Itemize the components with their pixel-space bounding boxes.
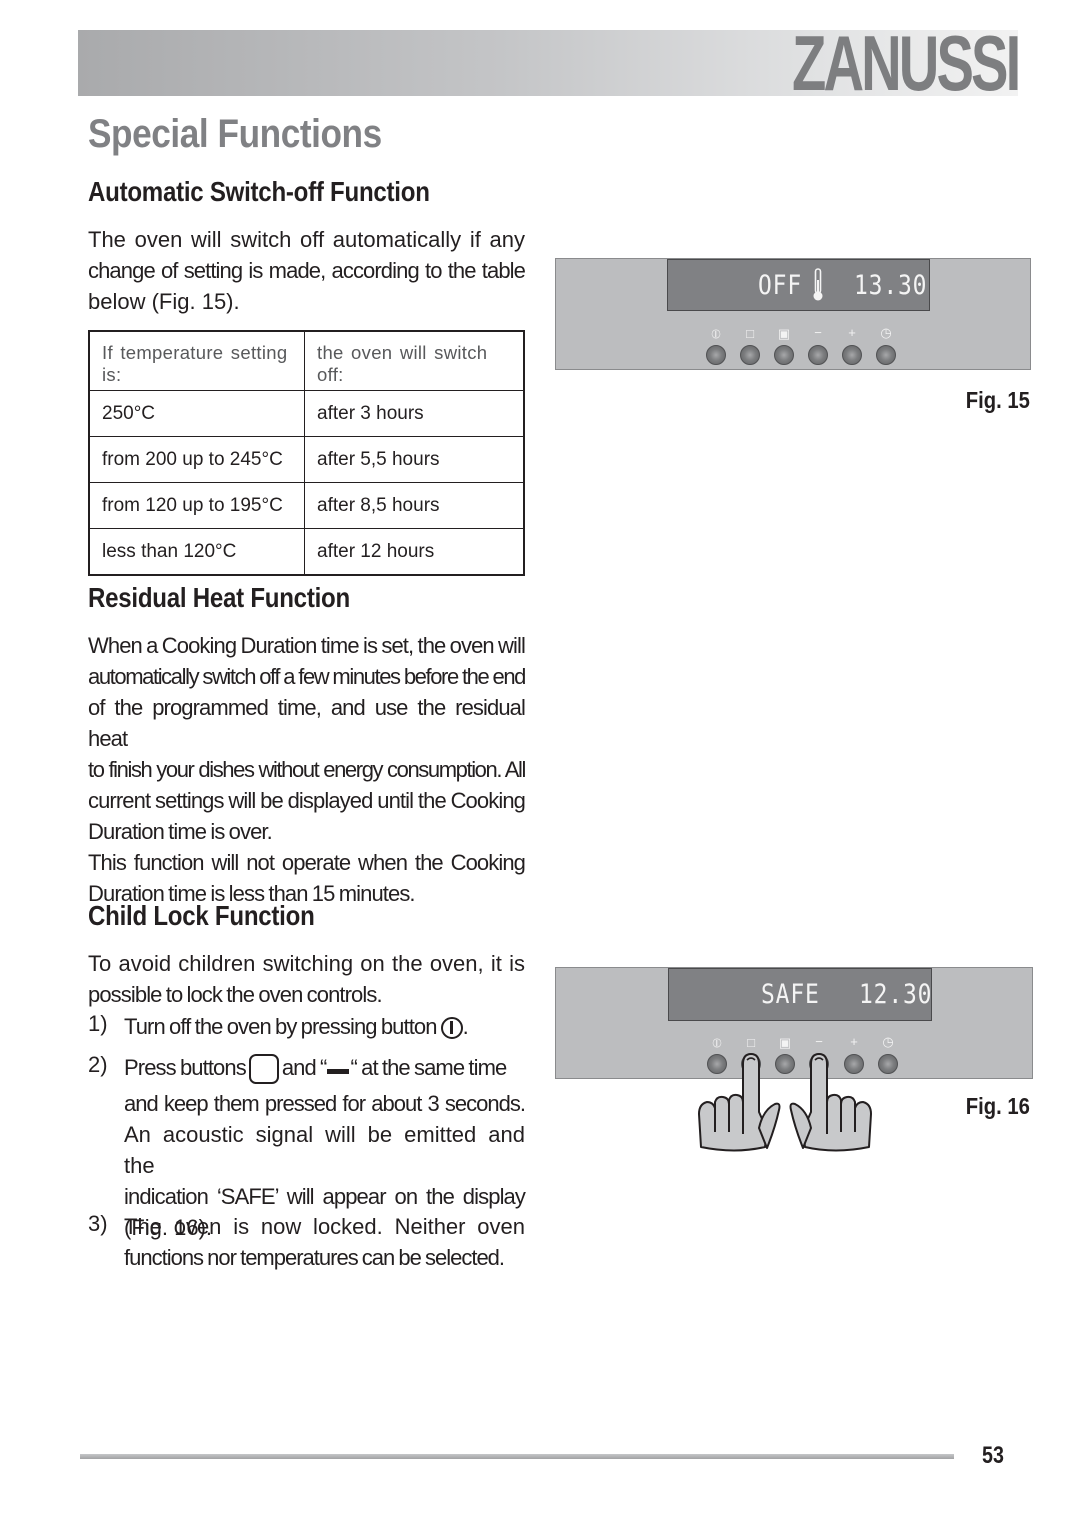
step-2-text: Press buttons and “ “ at the same time: [124, 1052, 525, 1084]
oven-display: SAFE 12.30: [668, 968, 932, 1021]
page-number: 53: [982, 1442, 1004, 1469]
table-cell: less than 120°C: [88, 528, 305, 576]
step-number: 2): [88, 1052, 108, 1077]
table-cell: after 12 hours: [304, 528, 525, 576]
power-button[interactable]: [706, 345, 726, 365]
text-line: of the programmed time, and use the resi…: [88, 695, 526, 751]
step-number: 1): [88, 1011, 108, 1036]
text-line: to finish your dishes without energy con…: [88, 757, 526, 782]
text-line: To avoid children switching on the oven,…: [88, 951, 525, 976]
figure-label-16: Fig. 16: [965, 1093, 1030, 1119]
table-row: less than 120°C after 12 hours: [88, 528, 525, 576]
step-text: “ at the same time: [350, 1055, 507, 1080]
power-icon: [440, 1017, 463, 1039]
square-dot-icon: ▣: [777, 326, 791, 341]
table-header-cell: If temperature setting is:: [88, 330, 305, 391]
section-heading-auto-switch-off: Automatic Switch-off Function: [88, 176, 430, 207]
header-band: ZANUSSI: [78, 19, 1021, 107]
table-cell: from 200 up to 245°C: [88, 436, 305, 483]
brand-logo: ZANUSSI: [791, 19, 1021, 107]
minus-icon: [327, 1069, 350, 1074]
square-dot-icon: ▣: [778, 1035, 792, 1050]
left-hand-icon: [698, 1053, 781, 1152]
page-title: Special Functions: [88, 112, 382, 156]
oven-display: OFF 13.30: [667, 259, 930, 311]
auto-switch-off-intro: The oven will switch off automatically i…: [88, 224, 526, 317]
display-time: 13.30: [854, 270, 928, 301]
footer-divider: [80, 1454, 954, 1459]
text-line: The oven will switch off automatically i…: [88, 227, 525, 252]
square-icon: □: [747, 1035, 755, 1050]
text-line: current settings will be displayed until…: [88, 788, 526, 813]
plus-icon: +: [848, 325, 856, 340]
table-row: from 200 up to 245°C after 5,5 hours: [88, 436, 525, 483]
clock-icon: ◷: [880, 325, 892, 340]
display-status-text: SAFE: [761, 979, 820, 1010]
text-line: The oven is now locked. Neither oven: [124, 1214, 525, 1239]
minus-button[interactable]: [808, 345, 828, 365]
square-icon: □: [746, 326, 754, 341]
table-header-row: If temperature setting is: the oven will…: [88, 330, 525, 391]
step-text: Turn off the oven by pressing button: [124, 1014, 438, 1039]
step-1-text: Turn off the oven by pressing button.: [124, 1011, 525, 1042]
section-heading-residual-heat: Residual Heat Function: [88, 582, 350, 613]
text-line: Duration time is over.: [88, 819, 273, 844]
table-cell: after 5,5 hours: [304, 436, 525, 483]
text-line: indication ‘SAFE’ will appear on the dis…: [124, 1184, 526, 1209]
residual-heat-text: When a Cooking Duration time is set, the…: [88, 630, 526, 909]
text-line: change of setting is made, according to …: [88, 258, 526, 283]
clock-icon: ◷: [882, 1034, 894, 1049]
text-line: below (Fig. 15).: [88, 289, 240, 314]
table-row: 250°C after 3 hours: [88, 390, 525, 437]
minus-icon: −: [815, 1034, 823, 1049]
step-3-text: The oven is now locked. Neither oven fun…: [124, 1211, 525, 1273]
child-lock-intro: To avoid children switching on the oven,…: [88, 948, 525, 1010]
thermometer-icon: [813, 268, 823, 301]
text-line: functions nor temperatures can be select…: [124, 1245, 505, 1270]
table-row: from 120 up to 195°C after 8,5 hours: [88, 482, 525, 529]
step-number: 3): [88, 1211, 108, 1236]
text-line: When a Cooking Duration time is set, the…: [88, 633, 526, 658]
display-status-text: OFF: [758, 270, 803, 301]
step-text: .: [462, 1014, 469, 1039]
table-cell: after 3 hours: [304, 390, 525, 437]
plus-icon: +: [850, 1034, 858, 1049]
power-icon: ⦶: [712, 1035, 722, 1050]
function-button[interactable]: [740, 345, 760, 365]
text-line: and keep them pressed for about 3 second…: [124, 1091, 526, 1116]
display-time: 12.30: [859, 979, 933, 1010]
step-text: and “: [281, 1055, 328, 1080]
clock-button[interactable]: [878, 1054, 898, 1074]
text-line: This function will not operate when the …: [88, 850, 526, 875]
clock-button[interactable]: [876, 345, 896, 365]
temperature-button[interactable]: [774, 345, 794, 365]
plus-button[interactable]: [842, 345, 862, 365]
table-header-cell: the oven will switch off:: [304, 330, 525, 391]
text-line: Press buttons and “ “ at the same time: [124, 1052, 525, 1084]
table-cell: 250°C: [88, 390, 305, 437]
pressing-hands-illustration: [698, 1053, 872, 1152]
oven-control-panel-fig15: OFF 13.30 ⦶ □ ▣ − + ◷: [555, 258, 1031, 370]
table-cell: from 120 up to 195°C: [88, 482, 305, 529]
right-hand-icon: [789, 1053, 872, 1152]
square-button-icon: [248, 1054, 279, 1084]
text-line: automatically switch off a few minutes b…: [88, 664, 526, 689]
step-text: Press buttons: [124, 1055, 247, 1080]
section-heading-child-lock: Child Lock Function: [88, 900, 315, 931]
text-line: An acoustic signal will be emitted and t…: [124, 1122, 525, 1178]
minus-icon: −: [814, 325, 822, 340]
switch-off-table: If temperature setting is: the oven will…: [88, 330, 525, 576]
table-cell: after 8,5 hours: [304, 482, 525, 529]
power-icon: ⦶: [711, 326, 721, 341]
text-line: possible to lock the oven controls.: [88, 982, 383, 1007]
figure-label-15: Fig. 15: [965, 387, 1030, 413]
